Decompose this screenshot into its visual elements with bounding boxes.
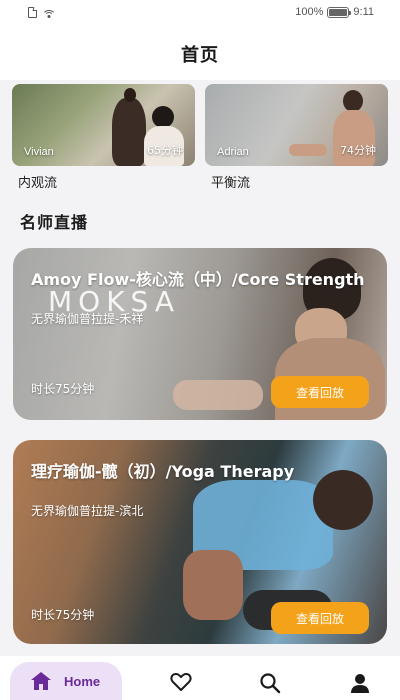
nav-home[interactable]: Home: [10, 662, 122, 700]
nav-favorites[interactable]: [170, 672, 192, 696]
instructor-name: Vivian: [24, 146, 54, 158]
featured-thumbnail[interactable]: Vivian 65分钟: [12, 84, 195, 166]
battery-fill: [329, 8, 348, 16]
nav-home-label: Home: [64, 673, 101, 689]
profile-icon: [351, 674, 369, 693]
featured-label: 内观流: [18, 176, 58, 191]
battery-percent: 100%: [295, 6, 324, 18]
featured-thumbnail[interactable]: Adrian 74分钟: [205, 84, 388, 166]
view-replay-button[interactable]: 查看回放: [271, 376, 369, 408]
class-duration: 65分钟: [147, 144, 183, 157]
battery-icon: [327, 6, 352, 18]
class-duration: 74分钟: [340, 144, 376, 157]
section-title: 名师直播: [20, 213, 89, 232]
heart-icon: [170, 673, 192, 691]
studio-name: 无界瑜伽普拉提-禾祥: [31, 312, 144, 326]
featured-card-adrian[interactable]: Adrian 74分钟 平衡流: [205, 84, 388, 191]
nav-search[interactable]: [259, 672, 281, 698]
nav-profile[interactable]: [349, 672, 371, 698]
sim-card-icon: [28, 7, 37, 18]
class-duration: 时长75分钟: [31, 382, 95, 396]
status-right: 100% 9:11: [295, 6, 374, 18]
bottom-nav: Home: [0, 656, 400, 700]
class-duration: 时长75分钟: [31, 608, 95, 622]
search-icon: [260, 673, 281, 694]
live-class-card[interactable]: 理疗瑜伽-髋（初）/Yoga Therapy 无界瑜伽普拉提-滨北 时长75分钟…: [13, 440, 387, 644]
page-title: 首页: [181, 45, 219, 66]
clock: 9:11: [353, 6, 374, 18]
featured-card-vivian[interactable]: Vivian 65分钟 内观流: [12, 84, 195, 191]
app-header: 首页: [0, 28, 400, 80]
home-icon: [31, 672, 51, 690]
featured-label: 平衡流: [211, 176, 251, 191]
class-title: 理疗瑜伽-髋（初）/Yoga Therapy: [31, 462, 295, 481]
instructor-name: Adrian: [217, 146, 249, 158]
live-class-card[interactable]: Amoy Flow-核心流（中）/Core Strength MOKSA 无界瑜…: [13, 248, 387, 420]
featured-row: Vivian 65分钟 内观流 Adrian 74分钟 平衡流: [12, 84, 388, 191]
status-left: [28, 7, 55, 18]
wifi-icon: [42, 8, 55, 18]
studio-name: 无界瑜伽普拉提-滨北: [31, 504, 144, 518]
view-replay-button[interactable]: 查看回放: [271, 602, 369, 634]
status-bar: 100% 9:11: [0, 0, 400, 28]
